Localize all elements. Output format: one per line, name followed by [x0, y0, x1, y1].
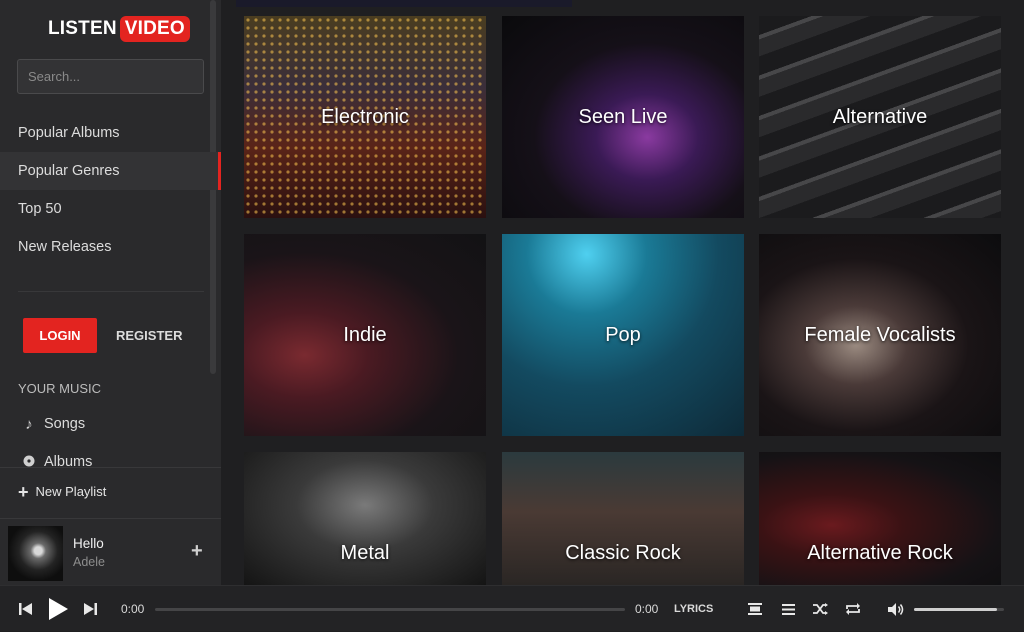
add-to-playlist-icon[interactable]: + — [191, 541, 203, 561]
progress-bar[interactable] — [155, 608, 625, 611]
login-button[interactable]: LOGIN — [23, 318, 97, 353]
video-toggle-icon[interactable] — [746, 586, 764, 632]
genre-tile-label: Electronic — [321, 105, 409, 128]
current-time: 0:00 — [121, 602, 145, 616]
shuffle-icon[interactable] — [811, 586, 829, 632]
genre-tile[interactable]: Female Vocalists — [759, 234, 1001, 436]
genre-tile[interactable]: Electronic — [244, 16, 486, 218]
logo-word-listen: LISTEN — [48, 18, 117, 39]
previous-icon[interactable] — [16, 586, 36, 632]
main-content: Electronic Seen Live Alternative Indie P… — [221, 0, 1024, 585]
now-playing-album-art[interactable] — [8, 526, 63, 581]
logo-word-video: VIDEO — [119, 16, 190, 42]
volume-slider[interactable] — [914, 608, 1004, 611]
search-input[interactable] — [17, 59, 204, 94]
genre-tile-label: Alternative Rock — [807, 542, 953, 564]
genre-tile-label: Indie — [343, 323, 387, 346]
lyrics-button[interactable]: LYRICS — [674, 586, 713, 632]
logo[interactable]: LISTEN VIDEO — [48, 16, 190, 42]
genre-tile[interactable]: Metal — [244, 452, 486, 585]
genre-tile[interactable]: Classic Rock — [502, 452, 744, 585]
your-music-songs-label: Songs — [44, 416, 86, 432]
genre-tile-label: Metal — [340, 542, 390, 564]
sidebar-bottom-divider — [0, 518, 221, 519]
genre-tile-label: Alternative — [832, 105, 928, 128]
genre-tile[interactable]: Pop — [502, 234, 744, 436]
play-icon[interactable] — [45, 586, 71, 632]
main-nav: Popular Albums Popular Genres Top 50 New… — [0, 114, 221, 266]
top-strip — [236, 0, 572, 7]
your-music-songs[interactable]: ♪ Songs — [22, 413, 85, 435]
sidebar: LISTEN VIDEO Popular Albums Popular Genr… — [0, 0, 221, 585]
new-playlist-button[interactable]: + New Playlist — [18, 481, 107, 502]
player-bar: 0:00 0:00 LYRICS — [0, 585, 1024, 631]
nav-item-top-50[interactable]: Top 50 — [0, 190, 221, 228]
now-playing-title: Hello — [73, 536, 104, 551]
genre-tile-label: Female Vocalists — [804, 323, 956, 346]
genre-tile[interactable]: Alternative Rock — [759, 452, 1001, 585]
genre-tile[interactable]: Seen Live — [502, 16, 744, 218]
plus-icon: + — [18, 481, 29, 502]
register-link[interactable]: REGISTER — [116, 318, 182, 353]
next-icon[interactable] — [80, 586, 100, 632]
volume-level — [914, 608, 997, 611]
music-note-icon: ♪ — [25, 415, 33, 433]
your-music-heading: YOUR MUSIC — [18, 381, 102, 396]
genre-tile-label: Pop — [605, 323, 641, 346]
duration: 0:00 — [635, 602, 659, 616]
now-playing-artist: Adele — [73, 555, 105, 569]
sidebar-divider — [18, 291, 204, 292]
nav-item-popular-genres[interactable]: Popular Genres — [0, 152, 221, 190]
new-playlist-label: New Playlist — [35, 484, 107, 499]
nav-item-popular-albums[interactable]: Popular Albums — [0, 114, 221, 152]
genre-tile-label: Classic Rock — [565, 542, 681, 564]
volume-icon[interactable] — [886, 586, 906, 632]
genre-tile[interactable]: Alternative — [759, 16, 1001, 218]
genre-tile-label: Seen Live — [578, 105, 668, 128]
genre-tile[interactable]: Indie — [244, 234, 486, 436]
sidebar-bottom: + New Playlist Hello Adele + — [0, 467, 221, 585]
queue-icon[interactable] — [779, 586, 797, 632]
nav-item-new-releases[interactable]: New Releases — [0, 228, 221, 266]
repeat-icon[interactable] — [843, 586, 863, 632]
